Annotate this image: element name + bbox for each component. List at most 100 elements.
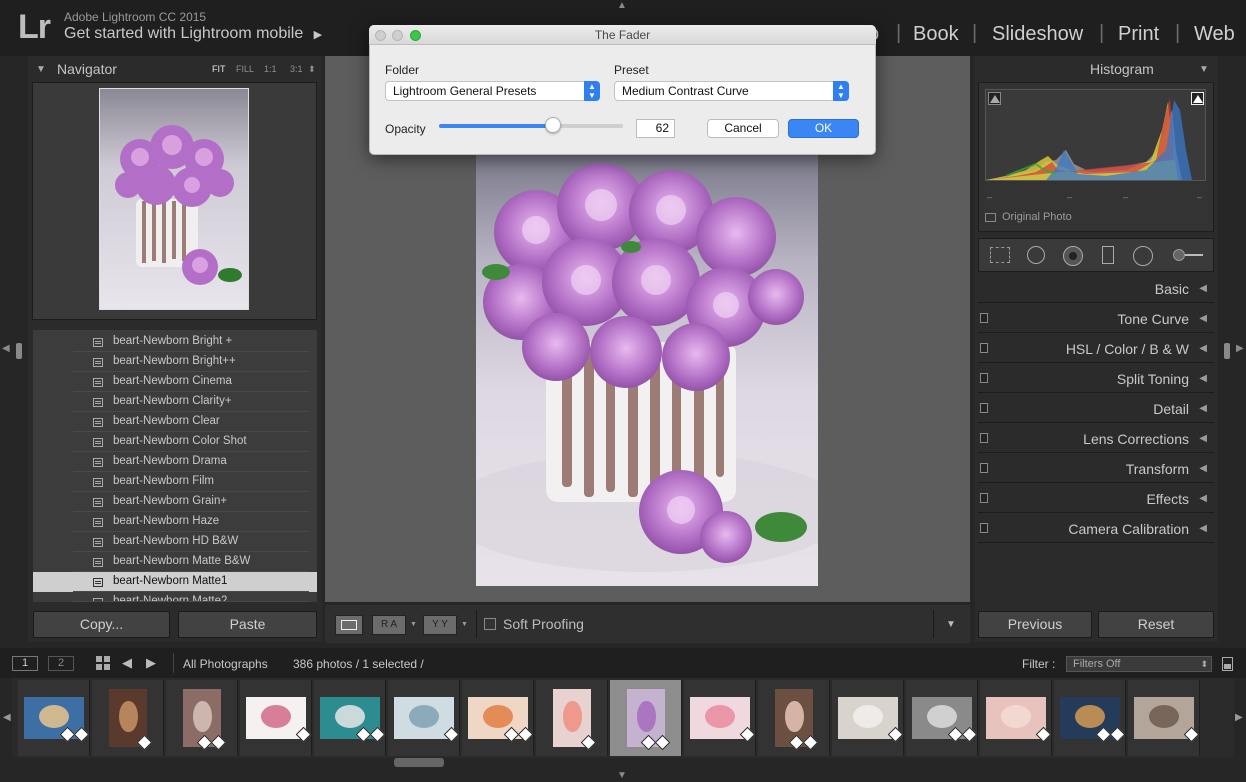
module-book[interactable]: Book [913,23,959,46]
highlight-clipping-toggle[interactable] [1191,92,1204,105]
before-after-button[interactable]: R A [372,615,406,635]
main-photo[interactable] [476,152,818,586]
navigator-fill[interactable]: FILL [236,64,254,74]
shadow-clipping-toggle[interactable] [988,92,1001,105]
preset-select[interactable]: Medium Contrast Curve ▲ ▼ [614,81,849,101]
preset-item[interactable]: beart-Newborn Bright + [33,332,317,352]
opacity-slider-knob[interactable] [545,117,561,133]
spot-removal-icon[interactable] [1027,246,1045,264]
mobile-link[interactable]: Get started with Lightroom mobile ▶ [64,25,322,43]
module-slideshow[interactable]: Slideshow [992,23,1083,46]
panel-switch[interactable] [980,523,988,533]
before-after-dropdown-icon[interactable]: ▼ [410,621,417,628]
paste-button[interactable]: Paste [178,611,317,638]
filter-lock-icon[interactable] [1222,657,1233,671]
copy-button[interactable]: Copy... [33,611,170,638]
panel-switch[interactable] [980,373,988,383]
preset-item[interactable]: beart-Newborn Haze [33,512,317,532]
left-panel-handle[interactable] [16,343,22,359]
filmstrip-scrollbar[interactable] [394,758,444,767]
panel-section-tone-curve[interactable]: Tone Curve ◀ [978,305,1214,333]
original-photo-checkbox[interactable] [985,213,996,222]
filmstrip-cell[interactable] [1128,680,1200,756]
crop-tool-icon[interactable] [990,247,1010,263]
filmstrip-source[interactable]: All Photographs [183,657,268,671]
panel-section-detail[interactable]: Detail ◀ [978,395,1214,423]
right-panel-handle[interactable] [1224,343,1230,359]
previous-button[interactable]: Previous [978,611,1092,638]
navigator-collapse-icon[interactable]: ▼ [36,64,46,75]
loupe-view-button[interactable] [335,615,363,635]
module-print[interactable]: Print [1118,23,1159,46]
filmstrip-left-scroll-icon[interactable]: ◀ [3,712,11,723]
panel-switch[interactable] [980,403,988,413]
filmstrip-cell[interactable] [684,680,756,756]
reset-button[interactable]: Reset [1098,611,1214,638]
graduated-filter-icon[interactable] [1102,246,1114,264]
ok-button[interactable]: OK [788,119,859,138]
opacity-input[interactable]: 62 [636,119,675,138]
navigator-3to1[interactable]: 3:1 [290,64,303,74]
filmstrip-cell[interactable] [240,680,312,756]
filmstrip-cell[interactable] [610,680,682,756]
panel-section-camera-calibration[interactable]: Camera Calibration ◀ [978,515,1214,543]
filmstrip-cell[interactable] [166,680,238,756]
navigator-zoom-stepper[interactable]: ⬍ [308,64,316,75]
filmstrip-cell[interactable] [906,680,978,756]
page-2-button[interactable]: 2 [48,656,74,671]
panel-switch[interactable] [980,433,988,443]
preset-item[interactable]: beart-Newborn Drama [33,452,317,472]
radial-filter-icon[interactable] [1133,246,1153,266]
left-panel-toggle-icon[interactable]: ◀ [2,343,10,354]
panel-section-effects[interactable]: Effects ◀ [978,485,1214,513]
preset-item[interactable]: beart-Newborn Bright++ [33,352,317,372]
navigator-thumbnail[interactable] [99,88,249,310]
preset-item[interactable]: beart-Newborn Film [33,472,317,492]
panel-switch[interactable] [980,493,988,503]
panel-switch[interactable] [980,463,988,473]
top-panel-toggle-icon[interactable]: ▲ [617,0,627,11]
preset-item[interactable]: beart-Newborn Cinema [33,372,317,392]
panel-section-split-toning[interactable]: Split Toning ◀ [978,365,1214,393]
panel-section-transform[interactable]: Transform ◀ [978,455,1214,483]
filmstrip-right-scroll-icon[interactable]: ▶ [1235,712,1243,723]
histogram-graph[interactable] [985,89,1206,181]
filmstrip-cell[interactable] [462,680,534,756]
folder-select[interactable]: Lightroom General Presets ▲ ▼ [385,81,600,101]
filmstrip-cell[interactable] [92,680,164,756]
preset-item[interactable]: beart-Newborn Grain+ [33,492,317,512]
page-1-button[interactable]: 1 [12,656,38,671]
filmstrip-cell[interactable] [1054,680,1126,756]
preset-item[interactable]: beart-Newborn Clear [33,412,317,432]
back-arrow-icon[interactable]: ◀ [122,655,132,671]
filmstrip-cell[interactable] [18,680,90,756]
grid-view-icon[interactable] [96,656,110,670]
preset-item[interactable]: beart-Newborn Matte1 [33,572,317,592]
red-eye-icon[interactable] [1063,246,1083,266]
histogram-collapse-icon[interactable]: ▼ [1199,64,1209,75]
soft-proofing-checkbox[interactable] [484,618,496,630]
preset-item[interactable]: beart-Newborn HD B&W [33,532,317,552]
filmstrip-cell[interactable] [388,680,460,756]
navigator-fit[interactable]: FIT [212,64,226,74]
panel-section-basic[interactable]: Basic ◀ [978,275,1214,303]
filmstrip-cell[interactable] [536,680,608,756]
filmstrip-cell[interactable] [758,680,830,756]
right-panel-toggle-icon[interactable]: ▶ [1236,343,1244,354]
filter-select[interactable]: Filters Off ⬍ [1066,656,1212,672]
panel-section-lens-corrections[interactable]: Lens Corrections ◀ [978,425,1214,453]
preset-item[interactable]: beart-Newborn Color Shot [33,432,317,452]
module-web[interactable]: Web [1194,23,1235,46]
panel-section-hsl-color-b-w[interactable]: HSL / Color / B & W ◀ [978,335,1214,363]
cancel-button[interactable]: Cancel [707,119,779,138]
filmstrip-cell[interactable] [314,680,386,756]
swap-dropdown-icon[interactable]: ▼ [461,621,468,628]
swap-button[interactable]: Y Y [423,615,457,635]
panel-switch[interactable] [980,343,988,353]
toolbar-menu-icon[interactable]: ▼ [946,619,956,630]
navigator-1to1[interactable]: 1:1 [264,64,277,74]
preset-item[interactable]: beart-Newborn Matte2 [33,592,317,602]
filmstrip-cell[interactable] [980,680,1052,756]
forward-arrow-icon[interactable]: ▶ [146,655,156,671]
preset-item[interactable]: beart-Newborn Clarity+ [33,392,317,412]
